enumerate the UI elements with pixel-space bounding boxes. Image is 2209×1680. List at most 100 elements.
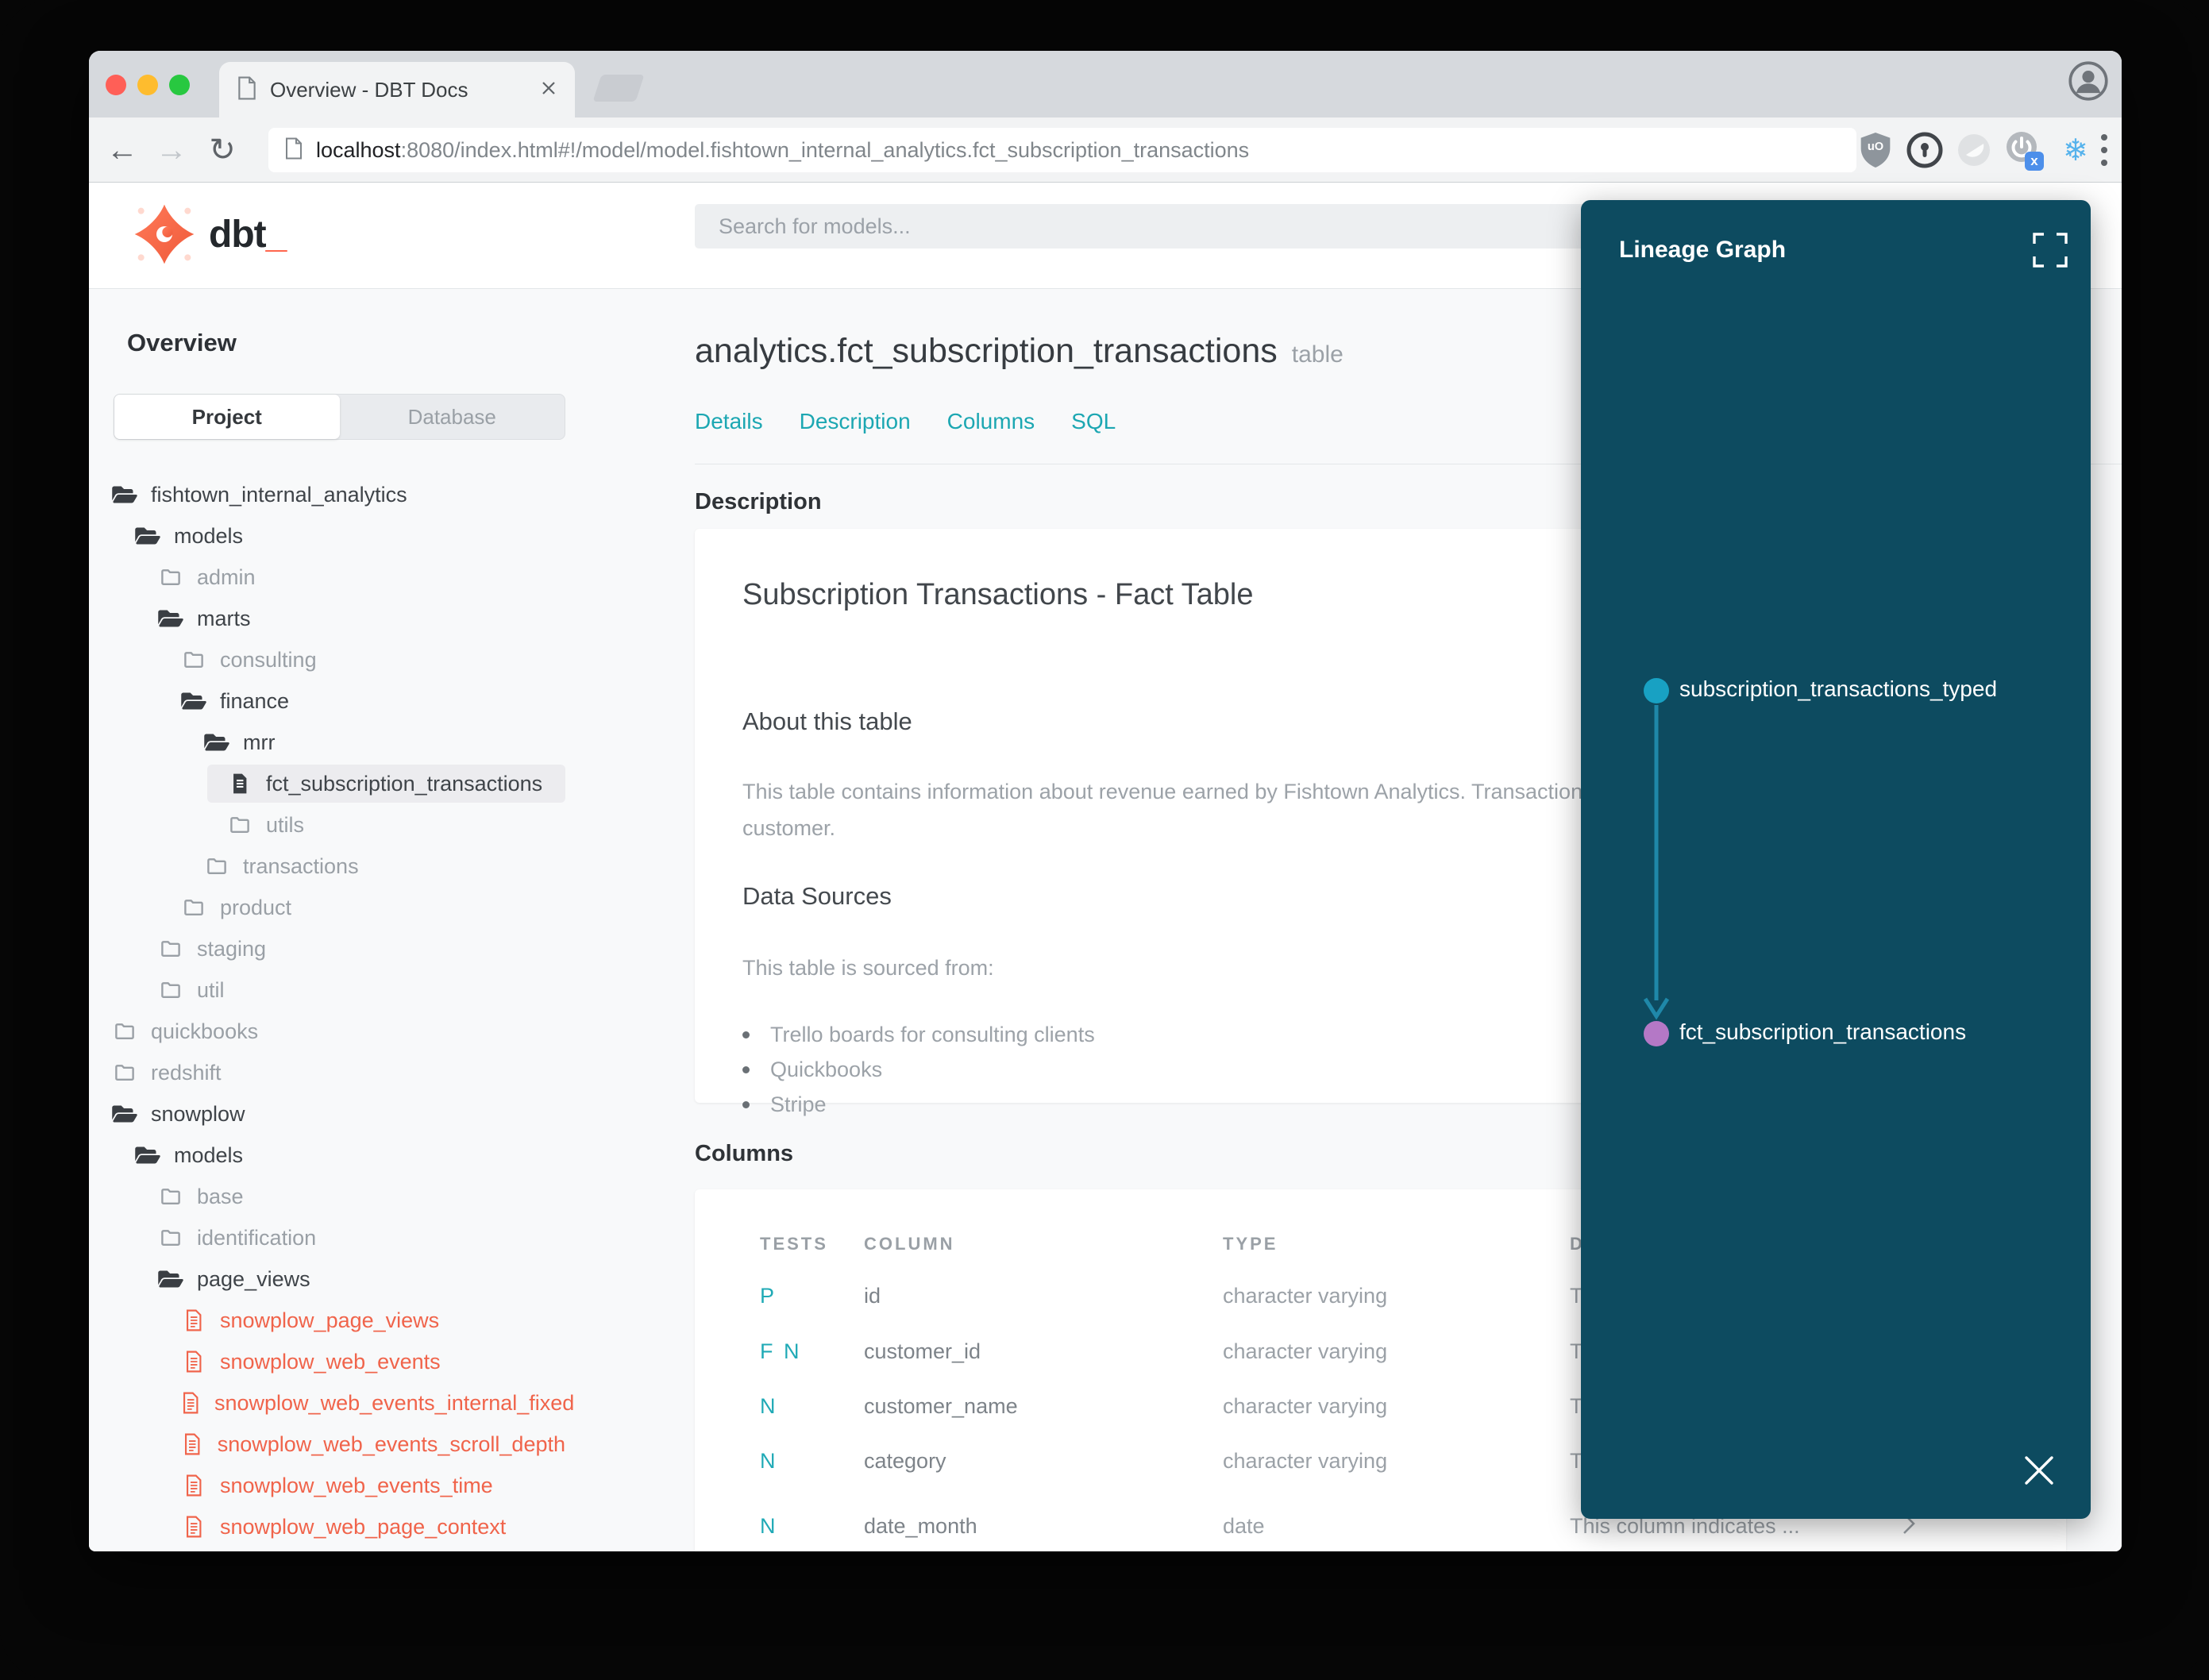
tree-item-label: fishtown_internal_analytics <box>151 482 407 507</box>
model-tab-sql[interactable]: SQL <box>1071 409 1116 434</box>
browser-menu-icon[interactable] <box>2080 126 2122 174</box>
tree-item-page_views[interactable]: page_views <box>157 1260 565 1298</box>
tree-item-mrr[interactable]: mrr <box>203 723 565 761</box>
ublock-origin-icon[interactable]: uO <box>1852 126 1899 174</box>
svg-text:x: x <box>2030 153 2038 168</box>
tree-item-models[interactable]: models <box>134 1136 565 1174</box>
tree-item-label: models <box>174 523 244 548</box>
svg-text:uO: uO <box>1868 141 1883 153</box>
page-title: analytics.fct_subscription_transactions t… <box>695 332 1344 370</box>
new-tab-button[interactable] <box>592 75 645 102</box>
lineage-graph-panel: Lineage Graph subscription_transactions_… <box>1581 200 2091 1519</box>
folder-open-icon <box>157 1268 184 1290</box>
cell-type: character varying <box>1223 1339 1388 1363</box>
tree-item-label: redshift <box>151 1060 222 1085</box>
zoom-window-button[interactable] <box>169 75 190 95</box>
model-nav: Details Description Columns SQL <box>695 409 1116 434</box>
back-button[interactable]: ← <box>100 118 145 183</box>
folder-icon <box>226 813 253 837</box>
address-bar[interactable]: localhost:8080/index.html#!/model/model.… <box>268 128 1856 172</box>
tree-item-redshift[interactable]: redshift <box>111 1054 565 1092</box>
tree-item-label: page_views <box>197 1266 310 1291</box>
node-subscription-transactions-typed <box>1644 678 1669 703</box>
page-icon <box>284 137 303 164</box>
tree-item-snowplow_web_events_internal_fixed[interactable]: snowplow_web_events_internal_fixed <box>180 1384 574 1422</box>
folder-open-icon <box>134 525 161 547</box>
forward-button[interactable]: → <box>149 118 194 183</box>
close-window-button[interactable] <box>106 75 126 95</box>
node-fct-subscription-transactions <box>1644 1021 1669 1046</box>
model-tab-description[interactable]: Description <box>800 409 911 434</box>
file-icon <box>226 772 253 796</box>
reload-button[interactable]: ↻ <box>200 118 245 183</box>
tree-item-transactions[interactable]: transactions <box>203 847 565 885</box>
cell-tests: F N <box>760 1339 802 1363</box>
folder-open-icon <box>111 484 138 506</box>
doc-title: Subscription Transactions - Fact Table <box>742 578 1254 611</box>
browser-window: Overview - DBT Docs ← → ↻ localhost:8080… <box>89 51 2122 1551</box>
tree-item-label: base <box>197 1184 244 1208</box>
model-tab-details[interactable]: Details <box>695 409 763 434</box>
file-icon <box>180 1515 207 1539</box>
cell-column: category <box>864 1449 946 1473</box>
close-lineage-icon[interactable] <box>2022 1453 2057 1492</box>
tree-item-label: consulting <box>220 647 317 672</box>
folder-open-icon <box>157 607 184 630</box>
tree-item-quickbooks[interactable]: quickbooks <box>111 1012 565 1050</box>
folder-icon <box>111 1019 138 1043</box>
cell-type: character varying <box>1223 1449 1388 1473</box>
tree-item-label: mrr <box>243 730 276 754</box>
folder-icon <box>157 1226 184 1250</box>
tree-item-util[interactable]: util <box>157 971 565 1009</box>
tree-item-label: quickbooks <box>151 1019 259 1043</box>
tree-item-label: utils <box>266 812 305 837</box>
model-tab-columns[interactable]: Columns <box>947 409 1035 434</box>
tree-item-utils[interactable]: utils <box>226 806 565 844</box>
tree-item-label: product <box>220 895 292 919</box>
tree-item-staging[interactable]: staging <box>157 930 565 968</box>
tab-close-icon[interactable] <box>540 79 557 101</box>
tree-item-fishtown_internal_analytics[interactable]: fishtown_internal_analytics <box>111 476 565 514</box>
tree-item-models[interactable]: models <box>134 517 565 555</box>
tree-item-fct_subscription_transactions[interactable]: fct_subscription_transactions <box>207 765 565 803</box>
tree-item-identification[interactable]: identification <box>157 1219 565 1257</box>
screenshot-frame: Overview - DBT Docs ← → ↻ localhost:8080… <box>0 0 2209 1680</box>
folder-open-icon <box>180 690 207 712</box>
browser-tab[interactable]: Overview - DBT Docs <box>219 62 575 118</box>
folder-icon <box>157 565 184 589</box>
cell-type: character varying <box>1223 1394 1388 1418</box>
tree-item-admin[interactable]: admin <box>157 558 565 596</box>
1password-icon[interactable] <box>1901 126 1949 174</box>
tree-item-snowplow_web_events[interactable]: snowplow_web_events <box>180 1343 565 1381</box>
tree-item-product[interactable]: product <box>180 888 565 927</box>
source-list-item: Stripe <box>742 1087 1095 1122</box>
folder-icon <box>180 896 207 919</box>
tree-item-snowplow_web_page_context[interactable]: snowplow_web_page_context <box>180 1508 565 1546</box>
folder-icon <box>157 978 184 1002</box>
tree-item-snowplow_page_views[interactable]: snowplow_page_views <box>180 1301 565 1339</box>
minimize-window-button[interactable] <box>137 75 158 95</box>
tree-item-label: snowplow_web_page_context <box>220 1514 507 1539</box>
tree-item-marts[interactable]: marts <box>157 599 565 638</box>
folder-icon <box>203 854 230 878</box>
browser-profile-avatar[interactable] <box>2068 60 2109 106</box>
tree-item-label: snowplow_web_events_scroll_depth <box>217 1431 565 1456</box>
tree-item-snowplow[interactable]: snowplow <box>111 1095 565 1133</box>
tree-item-finance[interactable]: finance <box>180 682 565 720</box>
cell-column: id <box>864 1284 881 1308</box>
lineage-graph-canvas[interactable] <box>1581 200 2091 1519</box>
tree-item-snowplow_web_events_time[interactable]: snowplow_web_events_time <box>180 1466 565 1505</box>
tree-item-base[interactable]: base <box>157 1177 565 1216</box>
lineage-node-label[interactable]: subscription_transactions_typed <box>1679 676 1997 702</box>
lineage-node-label[interactable]: fct_subscription_transactions <box>1679 1019 1966 1045</box>
tree-item-snowplow_web_events_scroll_depth[interactable]: snowplow_web_events_scroll_depth <box>180 1425 565 1463</box>
folder-open-icon <box>203 731 230 753</box>
folder-icon <box>180 648 207 672</box>
tree-item-consulting[interactable]: consulting <box>180 641 565 679</box>
tab-title: Overview - DBT Docs <box>270 77 468 102</box>
file-icon <box>180 1391 202 1415</box>
browser-toolbar: ← → ↻ localhost:8080/index.html#!/model/… <box>89 118 2122 183</box>
power-extension-icon[interactable]: x <box>1999 126 2047 174</box>
tree-item-label: identification <box>197 1225 317 1250</box>
extension-circle-icon[interactable] <box>1950 126 1998 174</box>
